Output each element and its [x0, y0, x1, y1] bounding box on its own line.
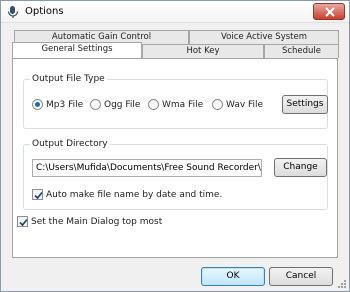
radio-mp3-label: Mp3 File — [46, 99, 84, 110]
options-window: Options Automatic Gain Control Voice Act… — [0, 0, 350, 292]
topmost-label: Set the Main Dialog top most — [31, 216, 163, 227]
change-button[interactable]: Change — [274, 158, 327, 177]
tab-label: General Settings — [41, 44, 113, 54]
cancel-button[interactable]: Cancel — [269, 267, 333, 286]
tab-label: Hot Key — [186, 46, 220, 56]
topmost-checkbox-indicator — [17, 216, 28, 227]
output-directory-group: Output Directory C:\Users\Mufida\Documen… — [23, 139, 328, 210]
tab-label: Schedule — [281, 46, 322, 56]
tab-voice-active-system[interactable]: Voice Active System — [189, 30, 339, 44]
radio-wma-indicator — [148, 99, 159, 110]
tab-label: Automatic Gain Control — [51, 32, 152, 42]
radio-mp3[interactable]: Mp3 File — [32, 99, 83, 110]
settings-button[interactable]: Settings — [282, 95, 328, 114]
microphone-icon — [7, 6, 19, 18]
ok-button[interactable]: OK — [201, 267, 265, 286]
radio-ogg[interactable]: Ogg File — [90, 99, 140, 110]
close-button[interactable] — [313, 3, 345, 20]
auto-name-label: Auto make file name by date and time. — [46, 189, 223, 200]
radio-mp3-indicator — [32, 99, 43, 110]
auto-name-checkbox-indicator — [32, 189, 43, 200]
radio-wav-label: Wav File — [226, 99, 264, 110]
tab-hot-key[interactable]: Hot Key — [142, 44, 264, 58]
title-bar[interactable]: Options — [1, 1, 349, 23]
checkmark-icon — [34, 191, 43, 200]
tab-label: Voice Active System — [220, 32, 307, 42]
radio-wav-indicator — [212, 99, 223, 110]
tab-general-settings[interactable]: General Settings — [12, 42, 142, 58]
output-directory-input[interactable]: C:\Users\Mufida\Documents\Free Sound Rec… — [32, 159, 262, 177]
window-title: Options — [25, 6, 64, 17]
checkmark-icon — [19, 218, 28, 227]
radio-wma-label: Wma File — [162, 99, 204, 110]
general-settings-panel: Output File Type Mp3 File Ogg File Wma F… — [12, 58, 338, 258]
radio-ogg-label: Ogg File — [104, 99, 141, 110]
resize-grip-icon[interactable] — [337, 279, 347, 289]
close-icon — [325, 7, 335, 17]
topmost-checkbox[interactable]: Set the Main Dialog top most — [17, 216, 162, 227]
tab-schedule[interactable]: Schedule — [264, 44, 339, 58]
output-directory-title: Output Directory — [30, 139, 110, 149]
output-file-type-group: Output File Type Mp3 File Ogg File Wma F… — [23, 74, 328, 129]
radio-wma[interactable]: Wma File — [148, 99, 203, 110]
radio-ogg-indicator — [90, 99, 101, 110]
output-file-type-title: Output File Type — [30, 74, 107, 84]
auto-name-checkbox[interactable]: Auto make file name by date and time. — [32, 189, 222, 200]
radio-wav[interactable]: Wav File — [212, 99, 263, 110]
